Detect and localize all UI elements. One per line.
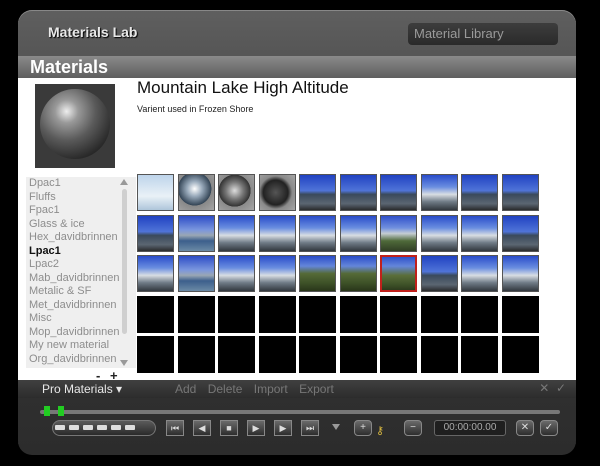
loop-menu-icon[interactable] xyxy=(332,424,340,430)
action-buttons: Add Delete Import Export xyxy=(175,382,342,396)
material-thumbnail[interactable] xyxy=(461,214,498,252)
add-key-button[interactable]: + xyxy=(354,420,372,436)
step-back-button[interactable]: ◀ xyxy=(193,420,211,436)
material-thumbnail xyxy=(339,336,377,373)
timeline-zoom-2[interactable] xyxy=(69,425,79,430)
timeline-zoom-4[interactable] xyxy=(97,425,107,430)
material-thumbnail[interactable] xyxy=(177,214,215,252)
material-thumbnail xyxy=(501,295,539,333)
pro-materials-dropdown[interactable]: Pro Materials ▾ xyxy=(42,382,122,396)
material-thumbnail[interactable] xyxy=(218,255,255,292)
timeline-zoom-3[interactable] xyxy=(83,425,93,430)
timeline-zoom-6[interactable] xyxy=(125,425,135,430)
material-thumbnail[interactable] xyxy=(501,174,539,211)
material-thumbnail[interactable] xyxy=(380,255,417,292)
material-preview xyxy=(35,84,115,168)
material-thumbnail[interactable] xyxy=(299,255,336,292)
material-thumbnail xyxy=(380,336,417,373)
timeline-start-marker[interactable] xyxy=(44,406,50,416)
material-thumbnail[interactable] xyxy=(258,214,296,252)
material-thumbnail[interactable] xyxy=(380,214,417,252)
stop-button[interactable]: ■ xyxy=(220,420,238,436)
material-thumbnail xyxy=(177,336,215,373)
scroll-down-icon[interactable] xyxy=(120,360,128,366)
timeline-zoom-1[interactable] xyxy=(55,425,65,430)
material-thumbnail[interactable] xyxy=(177,174,215,211)
check-icon[interactable]: ✓ xyxy=(556,381,566,395)
material-thumbnail xyxy=(218,336,255,373)
material-thumbnail xyxy=(137,295,174,333)
material-thumbnail xyxy=(420,336,458,373)
timeline-slider[interactable] xyxy=(40,406,560,416)
scroll-thumb[interactable] xyxy=(122,189,127,334)
material-thumbnail[interactable] xyxy=(420,214,458,252)
close-icon[interactable]: ✕ xyxy=(539,381,549,395)
material-description: Varient used in Frozen Shore xyxy=(137,104,254,114)
material-thumbnail xyxy=(420,295,458,333)
add-button[interactable]: Add xyxy=(175,382,196,396)
import-button[interactable]: Import xyxy=(254,382,288,396)
material-thumbnail[interactable] xyxy=(380,174,417,211)
preview-sphere xyxy=(40,89,110,159)
material-thumbnail xyxy=(501,336,539,373)
scroll-up-icon[interactable] xyxy=(120,179,128,185)
material-thumbnail xyxy=(137,336,174,373)
tab-material-library[interactable]: Material Library xyxy=(408,23,558,45)
material-thumbnail[interactable] xyxy=(339,214,377,252)
ok-button[interactable]: ✓ xyxy=(540,420,558,436)
material-thumbnail xyxy=(218,295,255,333)
material-thumbnail xyxy=(461,336,498,373)
toolbar-icons: ✕ ✓ xyxy=(539,381,566,395)
material-thumbnail[interactable] xyxy=(299,214,336,252)
material-thumbnail[interactable] xyxy=(137,174,174,211)
panel-header: Materials xyxy=(18,56,576,78)
material-thumbnail xyxy=(380,295,417,333)
timeline-playhead[interactable] xyxy=(58,406,64,416)
material-thumbnail[interactable] xyxy=(258,255,296,292)
material-thumbnail[interactable] xyxy=(258,174,296,211)
material-thumbnail xyxy=(258,336,296,373)
list-scrollbar[interactable] xyxy=(120,177,129,368)
app-title: Materials Lab xyxy=(48,24,138,40)
remove-key-button[interactable]: − xyxy=(404,420,422,436)
material-thumbnail xyxy=(339,295,377,333)
cancel-button[interactable]: ✕ xyxy=(516,420,534,436)
materials-panel: Materials Mountain Lake High Altitude Va… xyxy=(18,56,576,398)
play-button[interactable]: ▶ xyxy=(247,420,265,436)
key-icon[interactable]: ⚷ xyxy=(376,424,384,437)
skip-end-button[interactable]: ⏭ xyxy=(301,420,319,436)
material-thumbnail xyxy=(461,295,498,333)
panel-toolbar: Pro Materials ▾ Add Delete Import Export… xyxy=(18,380,576,398)
material-thumbnail[interactable] xyxy=(339,255,377,292)
material-thumbnail[interactable] xyxy=(420,174,458,211)
material-thumbnail[interactable] xyxy=(501,214,539,252)
skip-start-button[interactable]: ⏮ xyxy=(166,420,184,436)
material-thumbnail[interactable] xyxy=(137,255,174,292)
panel-title: Materials xyxy=(30,57,109,77)
material-thumbnail[interactable] xyxy=(461,255,498,292)
material-thumbnail[interactable] xyxy=(218,174,255,211)
material-name: Mountain Lake High Altitude xyxy=(137,78,349,97)
material-thumbnail[interactable] xyxy=(137,214,174,252)
material-thumbnail[interactable] xyxy=(501,255,539,292)
material-thumbnail xyxy=(299,295,336,333)
material-thumbnail[interactable] xyxy=(420,255,458,292)
export-button[interactable]: Export xyxy=(299,382,334,396)
delete-button[interactable]: Delete xyxy=(208,382,243,396)
time-display[interactable]: 00:00:00.00 xyxy=(434,420,506,436)
timeline-zoom-5[interactable] xyxy=(111,425,121,430)
material-thumbnail[interactable] xyxy=(339,174,377,211)
material-thumbnail xyxy=(299,336,336,373)
material-thumbnail[interactable] xyxy=(218,214,255,252)
material-thumbnail[interactable] xyxy=(177,255,215,292)
step-forward-button[interactable]: ▶ xyxy=(274,420,292,436)
material-thumbnail[interactable] xyxy=(461,174,498,211)
timeline-zoom-buttons[interactable] xyxy=(52,420,156,436)
material-thumbnail xyxy=(258,295,296,333)
material-thumbnail xyxy=(177,295,215,333)
material-thumbnail[interactable] xyxy=(299,174,336,211)
